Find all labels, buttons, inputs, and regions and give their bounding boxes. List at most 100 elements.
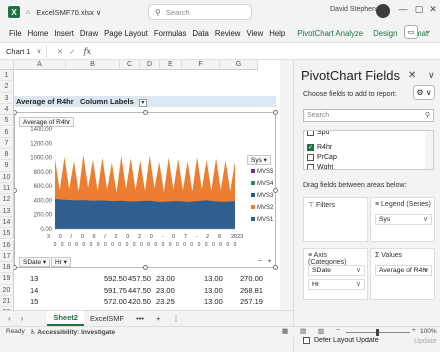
row-header[interactable]: 2 — [0, 81, 14, 93]
insert-function-icon[interactable]: fx — [84, 47, 91, 56]
row-header[interactable]: 10 — [0, 171, 14, 183]
maximize-icon[interactable]: ▢ — [412, 4, 426, 15]
table-cell[interactable]: 23.00 — [156, 274, 175, 283]
resize-handle[interactable] — [143, 265, 148, 270]
autosave-icon[interactable]: ⌂ — [26, 9, 30, 16]
table-cell[interactable]: 592.50 — [104, 274, 127, 283]
row-header[interactable]: 8 — [0, 149, 14, 161]
ribbon-tab-pivotchart-analyze[interactable]: PivotChart Analyze — [294, 29, 366, 38]
cancel-icon[interactable]: ✕ — [57, 47, 63, 56]
axis-hr-button[interactable]: Hr ▾ — [51, 257, 71, 267]
zoom-in-icon[interactable]: + — [268, 258, 272, 265]
add-sheet-button[interactable]: + — [150, 314, 166, 323]
ribbon-tab-design[interactable]: Design — [370, 29, 400, 38]
update-button[interactable]: Update — [414, 338, 437, 345]
table-cell[interactable]: 572.00 — [104, 297, 127, 306]
row-header[interactable]: 11 — [0, 183, 14, 195]
user-name[interactable]: David Stephens — [330, 6, 379, 13]
row-header[interactable]: 7 — [0, 137, 14, 150]
zoom-slider-thumb[interactable] — [376, 329, 379, 336]
row-header[interactable]: 9 — [0, 160, 14, 172]
sheet-tab-sheet2[interactable]: Sheet2 — [47, 311, 84, 326]
filters-area[interactable]: ⊤ Filters — [303, 197, 368, 242]
comments-icon[interactable]: ▭ — [404, 25, 418, 39]
resize-handle[interactable] — [273, 110, 278, 115]
ribbon-tab-draw[interactable]: Draw — [77, 29, 101, 38]
column-header[interactable]: B — [66, 60, 120, 70]
resize-handle[interactable] — [273, 188, 278, 193]
pivot-value-header[interactable]: Average of R4hr — [16, 97, 74, 106]
ribbon-tab-page-layout[interactable]: Page Layout — [101, 29, 151, 38]
field-checkbox[interactable]: ✓ — [307, 144, 314, 151]
legend-label[interactable]: MVS3 — [257, 193, 274, 199]
name-box[interactable]: Chart 1 ∨ — [3, 44, 47, 58]
column-header[interactable]: D — [140, 60, 160, 70]
legend-label[interactable]: MVS1 — [257, 217, 274, 223]
ribbon-tab-file[interactable]: File — [6, 29, 25, 38]
axis-hr-item[interactable]: Hr ∨ — [308, 279, 365, 290]
select-all-corner[interactable] — [0, 60, 14, 70]
ribbon-tab-insert[interactable]: Insert — [51, 29, 77, 38]
ribbon-tab-view[interactable]: View — [243, 29, 266, 38]
values-area[interactable]: Σ Values Average of R4hr ∨ — [370, 248, 435, 300]
accessibility-status[interactable]: ♿ Accessibility: Investigate — [30, 328, 115, 336]
row-header[interactable]: 15 — [0, 228, 14, 240]
more-sheets-icon[interactable]: ••• — [130, 314, 150, 323]
column-header[interactable]: A — [14, 60, 66, 70]
table-cell[interactable]: 23.25 — [156, 297, 175, 306]
row-header[interactable]: 3 — [0, 92, 14, 104]
legend-field-button[interactable]: Sys ▾ — [247, 155, 271, 165]
ribbon-tab-home[interactable]: Home — [25, 29, 52, 38]
column-header[interactable]: F — [182, 60, 220, 70]
defer-layout-update[interactable]: Defer Layout Update — [303, 337, 379, 344]
pane-close-icon[interactable]: ✕ — [408, 70, 416, 81]
table-cell[interactable]: 457.50 — [128, 274, 151, 283]
field-checkbox[interactable] — [307, 164, 314, 169]
more-options-icon[interactable]: ⌄ — [421, 25, 435, 39]
table-cell[interactable]: 270.00 — [240, 274, 263, 283]
enter-icon[interactable]: ✓ — [69, 47, 75, 56]
row-header[interactable]: 19 — [0, 273, 14, 285]
gear-icon[interactable]: ⚙ ∨ — [413, 85, 435, 100]
chevron-down-icon[interactable]: ∨ — [423, 266, 428, 275]
ribbon-tab-data[interactable]: Data — [189, 29, 211, 38]
page-break-icon[interactable]: ▥ — [318, 327, 324, 335]
sheet-menu-icon[interactable]: ⋮ — [166, 314, 186, 323]
row-header[interactable]: 1 — [0, 70, 14, 82]
field-item[interactable]: ✓ R4hr — [307, 144, 332, 151]
close-window-icon[interactable]: ✕ — [426, 4, 440, 15]
ribbon-tab-help[interactable]: Help — [266, 29, 288, 38]
column-header[interactable]: G — [220, 60, 258, 70]
search-box[interactable]: ⚲ Search — [148, 4, 252, 20]
chevron-down-icon[interactable]: ∨ — [423, 215, 428, 224]
row-header[interactable]: 14 — [0, 216, 14, 229]
field-item[interactable]: Wght — [307, 164, 333, 169]
next-sheet-icon[interactable]: › — [21, 314, 24, 323]
table-cell[interactable]: 13.00 — [204, 286, 223, 295]
zoom-out-icon[interactable]: − — [258, 258, 262, 265]
column-header[interactable]: C — [120, 60, 140, 70]
resize-handle[interactable] — [143, 110, 148, 115]
table-cell[interactable]: 447.50 — [128, 286, 151, 295]
series-area[interactable] — [55, 199, 235, 229]
defer-checkbox[interactable] — [303, 337, 310, 344]
row-header[interactable]: 6 — [0, 126, 14, 138]
field-search-input[interactable]: Search ⚲ — [303, 109, 434, 122]
values-item[interactable]: Average of R4hr ∨ — [375, 265, 432, 276]
row-header[interactable]: 21 — [0, 296, 14, 308]
legend-label[interactable]: MVS4 — [257, 181, 274, 187]
table-cell[interactable]: 420.50 — [128, 297, 151, 306]
pane-options-chevron-icon[interactable]: ∨ — [428, 70, 435, 81]
prev-sheet-icon[interactable]: ‹ — [8, 314, 11, 323]
legend-label[interactable]: MVS5 — [257, 169, 274, 175]
row-header[interactable]: 20 — [0, 284, 14, 296]
row-header[interactable]: 5 — [0, 115, 14, 127]
table-cell[interactable]: 257.19 — [240, 297, 263, 306]
row-header[interactable]: 18 — [0, 262, 14, 274]
row-header[interactable]: 12 — [0, 194, 14, 206]
row-header[interactable]: 16 — [0, 239, 14, 251]
field-list-scrollbar[interactable] — [425, 131, 433, 169]
name-box-dropdown-icon[interactable]: ∨ — [37, 47, 42, 55]
table-cell[interactable]: 15 — [30, 297, 38, 306]
avatar[interactable] — [376, 4, 390, 18]
